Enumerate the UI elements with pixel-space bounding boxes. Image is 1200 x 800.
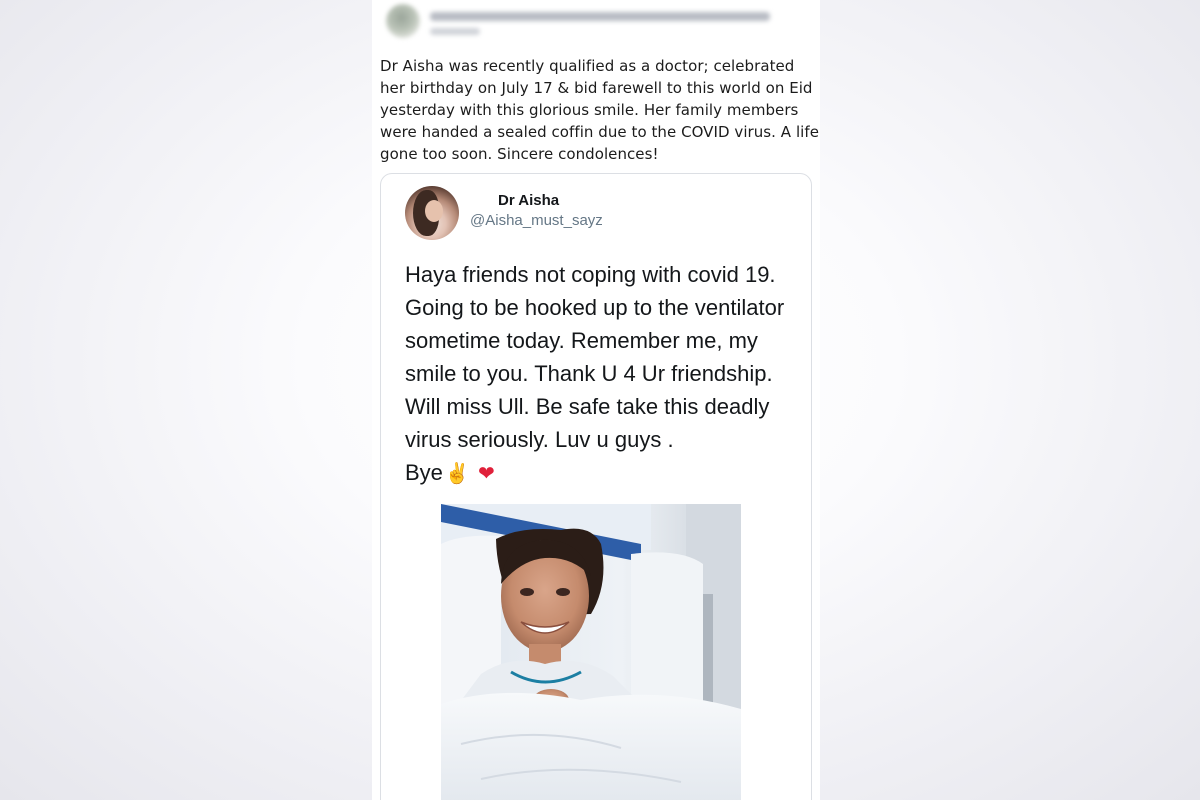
tweet-author-handle[interactable]: @Aisha_must_sayz bbox=[470, 212, 603, 229]
red-heart-emoji-icon: ❤ bbox=[477, 463, 495, 486]
tweet-body-text: Haya friends not coping with covid 19. G… bbox=[405, 262, 785, 485]
tweet-author-name[interactable]: Dr Aisha bbox=[498, 192, 559, 209]
post-header-blurred bbox=[380, 4, 800, 44]
post-text: Dr Aisha was recently qualified as a doc… bbox=[380, 57, 819, 163]
hospital-bed-photo-icon bbox=[441, 504, 741, 800]
blurred-timestamp bbox=[430, 28, 480, 35]
blurred-avatar-icon bbox=[386, 4, 420, 38]
shared-post: Dr Aisha was recently qualified as a doc… bbox=[372, 0, 820, 800]
profile-photo-icon[interactable] bbox=[405, 186, 459, 240]
hospital-bed-photo[interactable] bbox=[441, 504, 741, 800]
blurred-username bbox=[430, 12, 770, 21]
embedded-tweet-card[interactable]: Dr Aisha @Aisha_must_sayz Haya friends n… bbox=[380, 173, 812, 800]
victory-hand-emoji-icon: ✌ bbox=[444, 463, 470, 486]
tweet-body: Haya friends not coping with covid 19. G… bbox=[405, 258, 805, 489]
